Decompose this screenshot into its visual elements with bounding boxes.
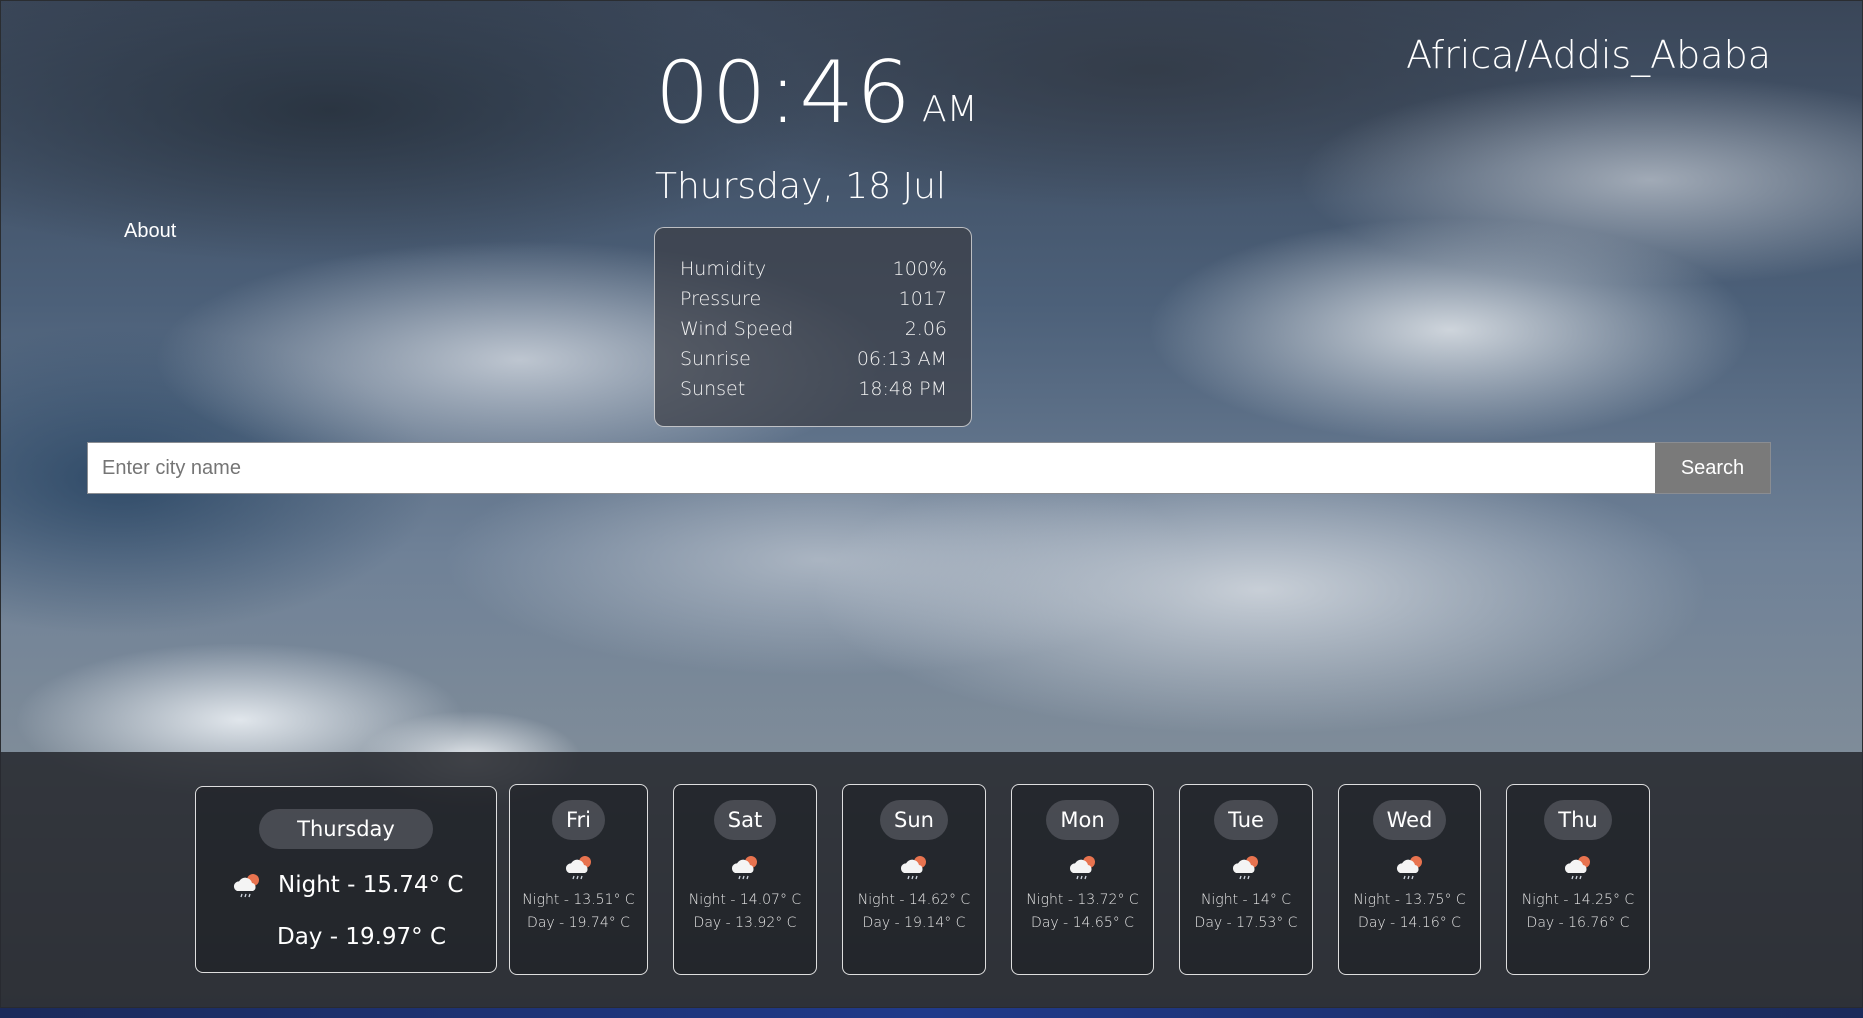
forecast-card-thu: Thu Night - 14.25° C Day - 16.76° C: [1506, 784, 1650, 975]
forecast-day-temp: Day - 19.14° C: [862, 915, 966, 931]
cloud-rain-sun-icon: [900, 856, 926, 880]
details-value: 06:13 AM: [856, 348, 947, 370]
forecast-day-label: Mon: [1046, 800, 1119, 840]
city-search-input[interactable]: [88, 443, 1655, 493]
details-row-wind-speed: Wind Speed 2.06: [680, 314, 947, 344]
forecast-day-label: Fri: [551, 800, 606, 840]
forecast-day-label: Sun: [880, 800, 948, 840]
cloud-rain-sun-icon: [731, 856, 757, 880]
forecast-night-temp: Night - 14.25° C: [1521, 892, 1635, 908]
weather-app: 00:46 AM Thursday, 18 Jul Africa/Addis_A…: [0, 0, 1863, 1018]
taskbar-strip: [0, 1008, 1863, 1018]
details-row-sunset: Sunset 18:48 PM: [680, 374, 947, 404]
forecast-day-temp: Day - 19.74° C: [527, 915, 630, 931]
forecast-day-temp: Day - 14.65° C: [1031, 915, 1134, 931]
forecast-card-fri: Fri Night - 13.51° C Day - 19.74° C: [509, 784, 648, 975]
forecast-card-wed: Wed Night - 13.75° C Day - 14.16° C: [1338, 784, 1481, 975]
details-row-pressure: Pressure 1017: [680, 284, 947, 314]
forecast-today-card: Thursday Night - 15.74° C Day - 19.97° C: [195, 786, 497, 973]
forecast-night-temp: Night - 14.07° C: [688, 892, 802, 908]
forecast-day-label: Thursday: [259, 809, 433, 849]
details-label: Sunrise: [680, 348, 751, 370]
forecast-night-temp: Night - 15.74° C: [278, 872, 464, 898]
forecast-day-label: Thu: [1544, 800, 1612, 840]
forecast-card-sun: Sun Night - 14.62° C Day - 19.14° C: [842, 784, 986, 975]
details-value: 100%: [892, 258, 947, 280]
details-value: 2.06: [904, 318, 947, 340]
forecast-day-temp: Day - 13.92° C: [693, 915, 797, 931]
details-label: Sunset: [680, 378, 746, 400]
cloud-rain-sun-icon: [1232, 856, 1258, 880]
forecast-day-temp: Day - 19.97° C: [277, 924, 447, 950]
clock-time: 00:46: [655, 43, 913, 143]
about-link[interactable]: About: [124, 220, 176, 243]
forecast-day-temp: Day - 17.53° C: [1194, 915, 1298, 931]
forecast-day-label: Tue: [1214, 800, 1278, 840]
forecast-card-sat: Sat Night - 14.07° C Day - 13.92° C: [673, 784, 817, 975]
forecast-card-mon: Mon Night - 13.72° C Day - 14.65° C: [1011, 784, 1154, 975]
forecast-day-label: Sat: [713, 800, 777, 840]
details-row-humidity: Humidity 100%: [680, 254, 947, 284]
forecast-night-temp: Night - 13.51° C: [522, 892, 635, 908]
forecast-day-temp: Day - 14.16° C: [1358, 915, 1461, 931]
details-value: 18:48 PM: [858, 378, 947, 400]
cloud-rain-sun-icon: [1564, 856, 1590, 880]
forecast-night-temp: Night - 13.75° C: [1353, 892, 1466, 908]
cloud-rain-sun-icon: [1396, 856, 1422, 880]
current-details-card: Humidity 100% Pressure 1017 Wind Speed 2…: [654, 227, 972, 427]
search-bar: Search: [87, 442, 1771, 494]
timezone-label: Africa/Addis_Ababa: [1406, 33, 1771, 77]
forecast-day-label: Wed: [1372, 800, 1447, 840]
forecast-card-tue: Tue Night - 14° C Day - 17.53° C: [1179, 784, 1313, 975]
cloud-rain-sun-icon: [1069, 856, 1095, 880]
details-label: Wind Speed: [680, 318, 794, 340]
details-row-sunrise: Sunrise 06:13 AM: [680, 344, 947, 374]
forecast-night-temp: Night - 14° C: [1200, 892, 1292, 908]
forecast-day-temp: Day - 16.76° C: [1526, 915, 1630, 931]
search-button[interactable]: Search: [1655, 443, 1770, 493]
clock-ampm: AM: [922, 89, 978, 130]
details-label: Humidity: [680, 258, 767, 280]
details-value: 1017: [898, 288, 947, 310]
current-date: Thursday, 18 Jul: [655, 166, 946, 207]
forecast-night-temp: Night - 14.62° C: [857, 892, 971, 908]
cloud-rain-sun-icon: [233, 874, 259, 898]
forecast-night-temp: Night - 13.72° C: [1026, 892, 1139, 908]
details-label: Pressure: [680, 288, 762, 310]
cloud-rain-sun-icon: [565, 856, 591, 880]
